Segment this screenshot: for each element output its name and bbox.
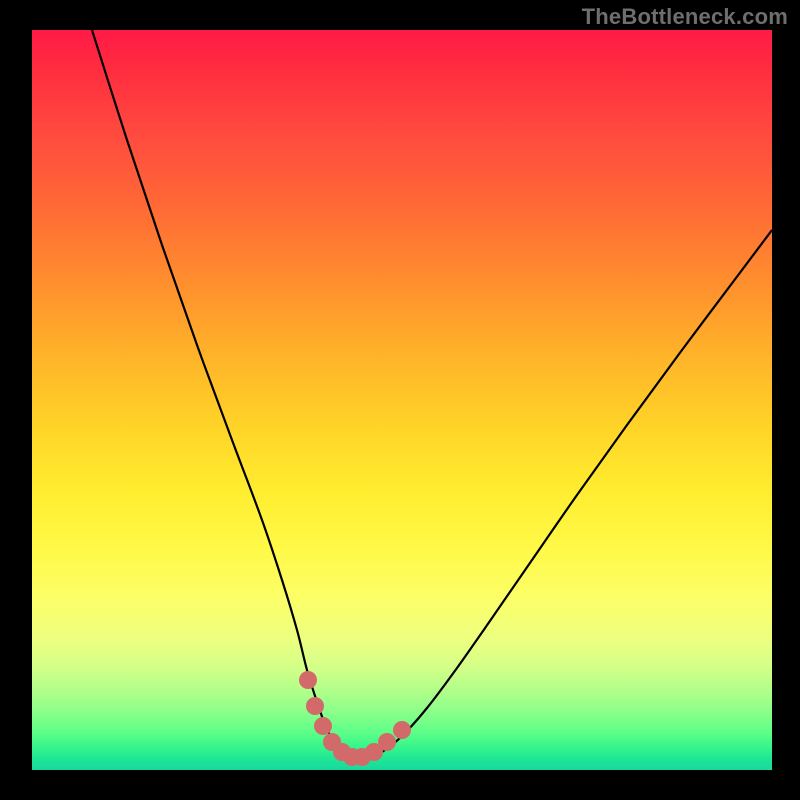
bottleneck-curve <box>92 30 772 759</box>
optimum-marker <box>299 671 317 689</box>
chart-frame: TheBottleneck.com <box>0 0 800 800</box>
optimum-marker <box>306 697 324 715</box>
optimum-marker <box>393 721 411 739</box>
plot-area <box>32 30 772 770</box>
optimum-marker-group <box>299 671 411 766</box>
watermark-label: TheBottleneck.com <box>582 4 788 30</box>
optimum-marker <box>378 733 396 751</box>
curve-layer <box>32 30 772 770</box>
optimum-marker <box>314 717 332 735</box>
